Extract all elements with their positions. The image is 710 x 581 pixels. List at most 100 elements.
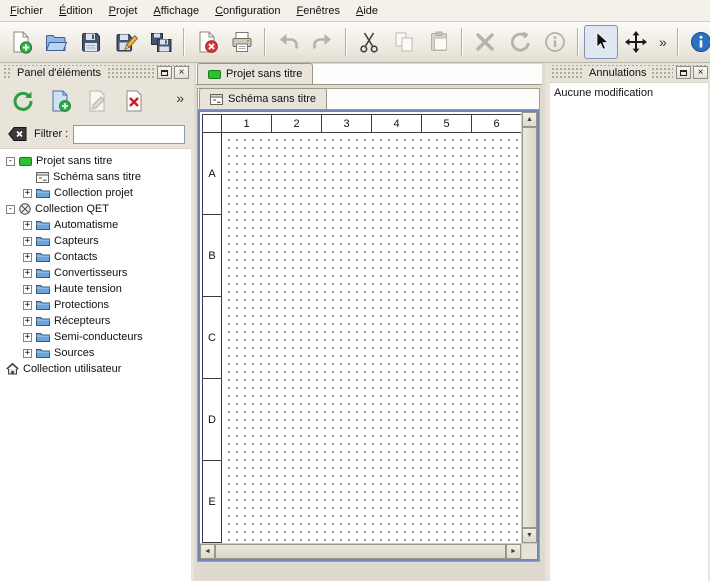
edit-element-button[interactable]: [81, 85, 113, 117]
project-tab-label: Projet sans titre: [226, 68, 302, 80]
print-icon: [230, 30, 254, 54]
tree-item-collection-qet[interactable]: - Collection QET: [0, 201, 191, 217]
tab-projet-sans-titre[interactable]: Projet sans titre: [197, 63, 313, 84]
select-tool-button[interactable]: [584, 25, 618, 59]
toolbar-separator: [264, 28, 266, 56]
scroll-right-button[interactable]: ►: [506, 544, 521, 559]
scrollbar-corner: [521, 543, 537, 559]
tab-schema-sans-titre[interactable]: Schéma sans titre: [199, 88, 327, 109]
save-as-button[interactable]: [109, 25, 143, 59]
tree-item-protections[interactable]: + Protections: [0, 297, 191, 313]
delete-button[interactable]: [468, 25, 502, 59]
tree-item-convertisseurs[interactable]: + Convertisseurs: [0, 265, 191, 281]
tree-item-schema[interactable]: Schéma sans titre: [0, 169, 191, 185]
undo-button[interactable]: [271, 25, 305, 59]
column-header: 4: [372, 114, 422, 133]
tree-item-recepteurs[interactable]: + Récepteurs: [0, 313, 191, 329]
tree-item-automatisme[interactable]: + Automatisme: [0, 217, 191, 233]
reload-collections-button[interactable]: [7, 85, 39, 117]
tree-item-collection-projet[interactable]: + Collection projet: [0, 185, 191, 201]
row-header: C: [202, 297, 222, 379]
toolbar-separator: [345, 28, 347, 56]
scroll-down-button[interactable]: ▼: [522, 528, 537, 543]
move-tool-button[interactable]: [619, 25, 653, 59]
elements-panel-titlebar[interactable]: Panel d'éléments ×: [2, 65, 189, 80]
float-icon: [680, 70, 687, 76]
tree-item-project[interactable]: - Projet sans titre: [0, 153, 191, 169]
expander-icon[interactable]: +: [23, 253, 32, 262]
dock-close-button[interactable]: ×: [174, 66, 189, 79]
expander-icon[interactable]: +: [23, 221, 32, 230]
save-all-icon: [149, 30, 173, 54]
expander-icon[interactable]: +: [23, 301, 32, 310]
expander-icon[interactable]: -: [6, 157, 15, 166]
open-folder-icon: [44, 30, 68, 54]
vertical-scrollbar[interactable]: ▲ ▼: [521, 112, 537, 543]
delete-element-button[interactable]: [118, 85, 150, 117]
rotate-button[interactable]: [503, 25, 537, 59]
copy-icon: [392, 30, 416, 54]
redo-icon: [311, 30, 335, 54]
menu-projet[interactable]: Projet: [101, 1, 146, 21]
clear-filter-button[interactable]: [6, 125, 29, 144]
about-info-icon: [689, 30, 710, 54]
cut-icon: [357, 30, 381, 54]
float-icon: [161, 70, 168, 76]
scroll-left-button[interactable]: ◄: [200, 544, 215, 559]
horizontal-scrollbar[interactable]: ◄ ►: [200, 543, 521, 559]
expander-icon[interactable]: -: [6, 205, 15, 214]
menu-aide[interactable]: Aide: [348, 1, 386, 21]
redo-button[interactable]: [306, 25, 340, 59]
expander-icon[interactable]: +: [23, 333, 32, 342]
diagram-canvas[interactable]: 1 2 3 4 5 6 A B C D E: [200, 112, 521, 543]
new-file-button[interactable]: [4, 25, 38, 59]
dock-float-button[interactable]: [676, 66, 691, 79]
dock-float-button[interactable]: [157, 66, 172, 79]
undo-history-list[interactable]: Aucune modification: [550, 82, 708, 581]
folder-icon: [36, 268, 50, 279]
project-tab-bar: Projet sans titre: [196, 64, 542, 85]
scroll-up-button[interactable]: ▲: [522, 112, 537, 127]
tree-item-capteurs[interactable]: + Capteurs: [0, 233, 191, 249]
schema-tab-bar: Schéma sans titre: [198, 89, 539, 110]
copy-button[interactable]: [387, 25, 421, 59]
save-button[interactable]: [74, 25, 108, 59]
about-button[interactable]: [684, 25, 710, 59]
paste-icon: [427, 30, 451, 54]
open-file-button[interactable]: [39, 25, 73, 59]
menu-fichier[interactable]: Fichier: [2, 1, 51, 21]
expander-icon[interactable]: +: [23, 349, 32, 358]
expander-icon[interactable]: +: [23, 285, 32, 294]
menu-affichage[interactable]: Affichage: [145, 1, 207, 21]
expander-icon[interactable]: +: [23, 189, 32, 198]
print-button[interactable]: [225, 25, 259, 59]
dock-close-button[interactable]: ×: [693, 66, 708, 79]
elements-panel-dock: Panel d'éléments × » F: [0, 63, 191, 581]
menu-fenetres[interactable]: Fenêtres: [289, 1, 348, 21]
vertical-scrollbar-thumb[interactable]: [522, 127, 537, 528]
expander-icon[interactable]: +: [23, 237, 32, 246]
menu-edition[interactable]: Édition: [51, 1, 101, 21]
tree-item-semi-conducteurs[interactable]: + Semi-conducteurs: [0, 329, 191, 345]
save-all-button[interactable]: [144, 25, 178, 59]
filter-input[interactable]: [73, 125, 185, 144]
tree-item-haute-tension[interactable]: + Haute tension: [0, 281, 191, 297]
new-element-button[interactable]: [44, 85, 76, 117]
tree-item-label: Récepteurs: [54, 315, 110, 327]
element-info-button[interactable]: [538, 25, 572, 59]
paste-button[interactable]: [422, 25, 456, 59]
folder-icon: [36, 188, 50, 199]
undo-dock-titlebar[interactable]: Annulations ×: [550, 65, 708, 80]
expander-icon[interactable]: +: [23, 269, 32, 278]
expander-icon[interactable]: +: [23, 317, 32, 326]
folder-icon: [36, 236, 50, 247]
close-file-button[interactable]: [190, 25, 224, 59]
menu-configuration[interactable]: Configuration: [207, 1, 288, 21]
panel-toolbar-overflow-button[interactable]: »: [176, 90, 184, 106]
cut-button[interactable]: [352, 25, 386, 59]
toolbar-overflow-button[interactable]: »: [654, 34, 672, 50]
tree-item-contacts[interactable]: + Contacts: [0, 249, 191, 265]
tree-item-collection-utilisateur[interactable]: Collection utilisateur: [0, 361, 191, 377]
horizontal-scrollbar-thumb[interactable]: [215, 544, 506, 559]
tree-item-sources[interactable]: + Sources: [0, 345, 191, 361]
